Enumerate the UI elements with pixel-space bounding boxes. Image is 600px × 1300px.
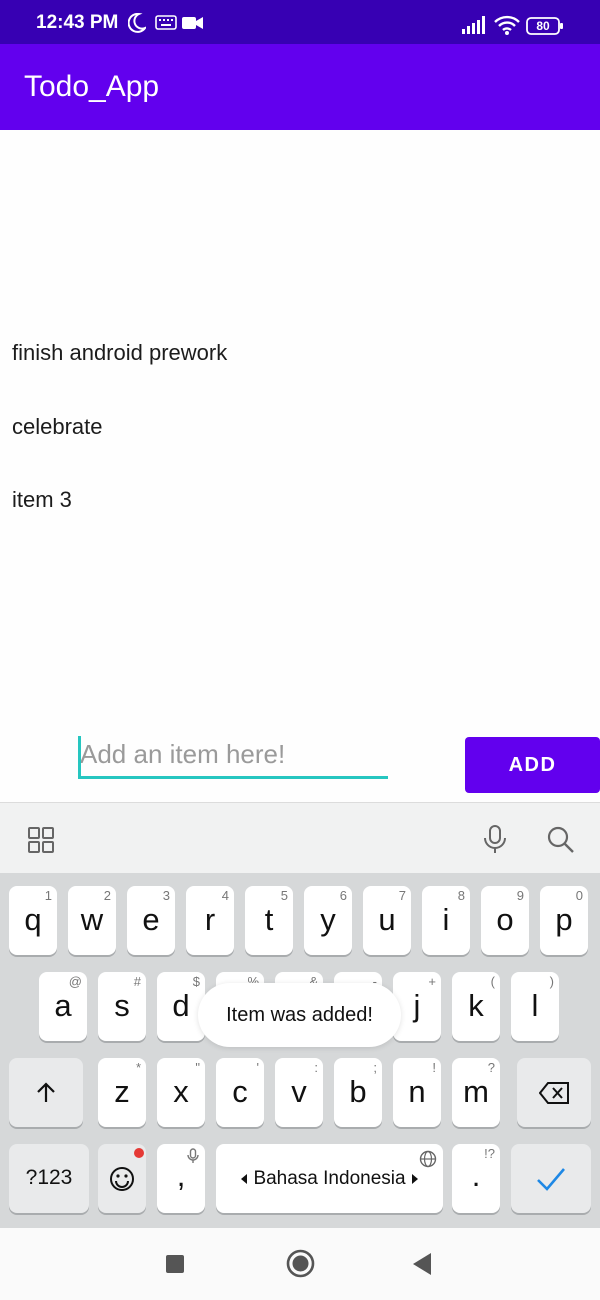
backspace-key[interactable] bbox=[517, 1058, 591, 1127]
toast-message: Item was added! bbox=[198, 983, 401, 1047]
key-s[interactable]: # s bbox=[98, 972, 146, 1041]
text-cursor bbox=[78, 736, 81, 776]
add-button[interactable]: ADD bbox=[465, 737, 600, 793]
key-q[interactable]: 1q bbox=[9, 886, 57, 955]
microphone-icon[interactable] bbox=[483, 825, 507, 860]
battery-level: 80 bbox=[536, 19, 550, 33]
notification-dot bbox=[134, 1148, 144, 1158]
key-w[interactable]: 2w bbox=[68, 886, 116, 955]
key-j[interactable]: + j bbox=[393, 972, 441, 1041]
emoji-key[interactable] bbox=[98, 1144, 146, 1213]
space-key[interactable]: Bahasa Indonesia bbox=[216, 1144, 443, 1213]
emoji-icon bbox=[109, 1166, 135, 1197]
wifi-icon bbox=[494, 15, 520, 40]
grid-menu-icon[interactable] bbox=[28, 827, 54, 858]
key-o[interactable]: 9o bbox=[481, 886, 529, 955]
key-d[interactable]: $ d bbox=[157, 972, 205, 1041]
keyboard-icon bbox=[155, 15, 177, 35]
key-p[interactable]: 0p bbox=[540, 886, 588, 955]
home-circle-icon[interactable] bbox=[286, 1249, 315, 1283]
todo-list: finish android prework celebrate item 3 bbox=[0, 312, 600, 533]
backspace-icon bbox=[538, 1082, 569, 1109]
key-b[interactable]: ; b bbox=[334, 1058, 382, 1127]
navigation-bar bbox=[0, 1228, 600, 1300]
key-n[interactable]: ! n bbox=[393, 1058, 441, 1127]
status-time: 12:43 PM bbox=[36, 12, 119, 33]
key-a[interactable]: @ a bbox=[39, 972, 87, 1041]
enter-key[interactable] bbox=[511, 1144, 591, 1213]
app-bar: Todo_App bbox=[0, 44, 600, 130]
video-camera-icon bbox=[182, 16, 204, 35]
key-k[interactable]: (k bbox=[452, 972, 500, 1041]
recents-square-icon[interactable] bbox=[166, 1255, 184, 1278]
moon-icon bbox=[127, 12, 148, 38]
key-x[interactable]: " x bbox=[157, 1058, 205, 1127]
key-r[interactable]: 4r bbox=[186, 886, 234, 955]
symbols-key[interactable]: ?123 bbox=[9, 1144, 89, 1213]
key-i[interactable]: 8i bbox=[422, 886, 470, 955]
key-t[interactable]: 5t bbox=[245, 886, 293, 955]
key-v[interactable]: :v bbox=[275, 1058, 323, 1127]
checkmark-icon bbox=[536, 1166, 566, 1197]
list-item[interactable]: item 3 bbox=[0, 459, 600, 533]
item-input[interactable] bbox=[78, 733, 388, 779]
comma-key[interactable]: , bbox=[157, 1144, 205, 1213]
list-item[interactable]: celebrate bbox=[0, 386, 600, 460]
key-z[interactable]: * z bbox=[98, 1058, 146, 1127]
key-l[interactable]: ) l bbox=[511, 972, 559, 1041]
key-y[interactable]: 6y bbox=[304, 886, 352, 955]
period-key[interactable]: !? . bbox=[452, 1144, 500, 1213]
right-arrow-icon bbox=[412, 1174, 418, 1184]
keyboard-toolbar bbox=[0, 802, 600, 873]
shift-key[interactable] bbox=[9, 1058, 83, 1127]
back-triangle-icon[interactable] bbox=[413, 1253, 431, 1280]
app-title: Todo_App bbox=[24, 70, 160, 103]
key-m[interactable]: ? m bbox=[452, 1058, 500, 1127]
status-bar: 12:43 PM 80 bbox=[0, 0, 600, 44]
list-item[interactable]: finish android prework bbox=[0, 312, 600, 386]
key-e[interactable]: 3e bbox=[127, 886, 175, 955]
shift-arrow-icon bbox=[34, 1081, 58, 1110]
screen: 12:43 PM 80 Todo_App finish android prew… bbox=[0, 0, 600, 1300]
key-u[interactable]: 7u bbox=[363, 886, 411, 955]
key-c[interactable]: ' c bbox=[216, 1058, 264, 1127]
search-icon[interactable] bbox=[547, 826, 575, 859]
signal-icon bbox=[462, 16, 486, 39]
